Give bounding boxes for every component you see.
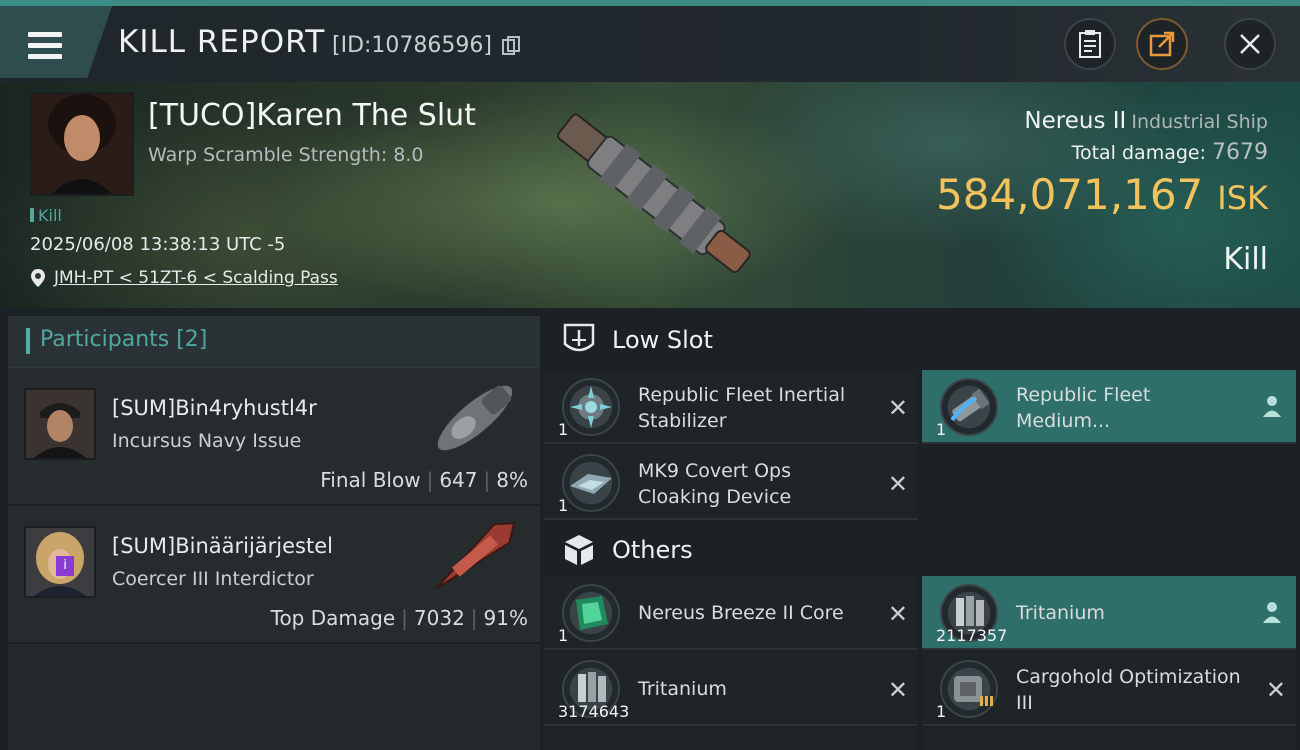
clipboard-button[interactable] (1064, 18, 1116, 70)
isk-value: 584,071,167 ISK (936, 170, 1268, 219)
item-quantity: 1 (558, 496, 569, 515)
victim-banner: [TUCO]Karen The Slut Warp Scramble Stren… (0, 82, 1300, 308)
participants-accent-bar (26, 328, 30, 354)
report-result: Kill (1223, 242, 1268, 277)
low-slot-item[interactable]: 1 MK9 Covert Ops Cloaking Device ✕ (544, 446, 918, 520)
ship-name-label: Nereus II (1024, 108, 1127, 134)
fleet-module-icon (940, 378, 998, 436)
clipboard-icon (1079, 30, 1101, 58)
dropped-person-icon (1263, 396, 1281, 417)
others-item[interactable]: 1 Nereus Breeze II Core ✕ (544, 576, 918, 650)
participant-damage: 7032 (413, 606, 465, 630)
isk-unit: ISK (1217, 179, 1268, 217)
inertial-stabilizer-icon (562, 378, 620, 436)
total-damage: Total damage: 7679 (1072, 140, 1268, 165)
item-quantity: 1 (936, 702, 947, 721)
item-name: Republic Fleet Inertial Stabilizer (638, 384, 846, 432)
item-quantity: 2117357 (936, 626, 1008, 645)
low-slot-label: Low Slot (612, 326, 713, 354)
items-panel: Low Slot 1 Republic Fleet Inertial Stabi… (544, 308, 1300, 750)
item-name: Tritanium (638, 678, 727, 700)
item-quantity: 1 (936, 420, 947, 439)
participant-badge-icon: i (56, 556, 74, 576)
kill-tag: Kill (30, 206, 62, 225)
participant-name: [SUM]Bin4ryhustl4r (112, 396, 317, 420)
kill-date: 2025/06/08 13:38:13 UTC -5 (30, 234, 286, 255)
participant-percent: 91% (483, 606, 528, 630)
participant-row[interactable]: [SUM]Bin4ryhustl4r Incursus Navy Issue F… (8, 368, 540, 506)
section-low-slot: Low Slot (544, 308, 1300, 374)
item-name: MK9 Covert Ops Cloaking Device (638, 460, 792, 508)
cloaking-device-icon (562, 454, 620, 512)
participant-percent: 8% (496, 468, 528, 492)
others-item-partial[interactable] (922, 728, 1296, 750)
victim-ship-image (556, 113, 751, 273)
section-others: Others (544, 518, 1300, 584)
others-item[interactable]: 1 Cargohold Optimization III ✕ (922, 652, 1296, 726)
participant-name: [SUM]Binäärijärjestel (112, 534, 333, 558)
kill-location-link[interactable]: JMH-PT < 51ZT-6 < Scalding Pass (54, 268, 338, 288)
others-label: Others (612, 536, 693, 564)
item-name: Republic Fleet Medium... (1016, 384, 1151, 432)
participant-ship-image (435, 522, 516, 590)
box-icon (565, 535, 593, 565)
participant-row[interactable]: i [SUM]Binäärijärjestel Coercer III Inte… (8, 506, 540, 644)
item-quantity: 3174643 (558, 702, 630, 721)
warp-scramble-strength: Warp Scramble Strength: 8.0 (148, 144, 424, 166)
total-damage-value: 7679 (1212, 140, 1268, 165)
participants-label: Participants [2] (40, 327, 208, 352)
participant-ship: Incursus Navy Issue (112, 430, 302, 452)
item-name: Nereus Breeze II Core (638, 602, 844, 624)
participant-stats: Top Damage | 7032 | 91% (270, 606, 528, 630)
victim-name[interactable]: [TUCO]Karen The Slut (148, 98, 476, 133)
participant-avatar[interactable] (24, 388, 96, 460)
others-item-partial[interactable] (544, 728, 918, 750)
total-damage-label: Total damage: (1071, 142, 1206, 164)
dropped-person-icon (1263, 602, 1281, 623)
share-button[interactable] (1136, 18, 1188, 70)
destroyed-icon: ✕ (1265, 676, 1286, 704)
participant-role: Final Blow (320, 468, 421, 492)
copy-icon[interactable] (502, 36, 520, 56)
item-name: Cargohold Optimization III (1016, 666, 1241, 714)
item-quantity: 1 (558, 626, 569, 645)
kill-id: [ID:10786596] (332, 33, 492, 58)
destroyed-icon: ✕ (887, 470, 908, 498)
participant-ship-image (435, 383, 515, 453)
item-name: Tritanium (1016, 602, 1105, 624)
menu-icon (28, 32, 62, 62)
others-item[interactable]: 3174643 Tritanium ✕ (544, 652, 918, 726)
low-slot-item[interactable]: 1 Republic Fleet Medium... (922, 370, 1296, 444)
item-quantity: 1 (558, 420, 569, 439)
participants-panel: Participants [2] [SUM]Bin4ryhustl4r Incu… (8, 316, 540, 750)
low-slot-icon (563, 323, 595, 352)
destroyed-icon: ✕ (887, 676, 908, 704)
location-pin-icon (31, 269, 45, 287)
low-slot-item[interactable]: 1 Republic Fleet Inertial Stabilizer ✕ (544, 370, 918, 444)
ship-class: Industrial Ship (1131, 111, 1268, 133)
cargohold-optimization-icon (940, 660, 998, 718)
participants-header[interactable]: Participants [2] (8, 316, 540, 368)
destroyed-icon: ✕ (887, 600, 908, 628)
close-button[interactable] (1224, 18, 1276, 70)
participant-ship: Coercer III Interdictor (112, 568, 314, 590)
isk-amount: 584,071,167 (936, 170, 1204, 219)
breeze-core-icon (562, 584, 620, 642)
page-title: KILL REPORT (118, 24, 326, 60)
others-item[interactable]: 2117357 Tritanium (922, 576, 1296, 650)
victim-avatar[interactable] (30, 92, 134, 196)
ship-name: Nereus II Industrial Ship (1024, 108, 1268, 134)
participant-role: Top Damage (270, 606, 396, 630)
close-icon (1240, 34, 1260, 54)
participant-damage: 647 (439, 468, 478, 492)
destroyed-icon: ✕ (887, 394, 908, 422)
share-icon (1149, 31, 1175, 57)
participant-stats: Final Blow | 647 | 8% (320, 468, 528, 492)
